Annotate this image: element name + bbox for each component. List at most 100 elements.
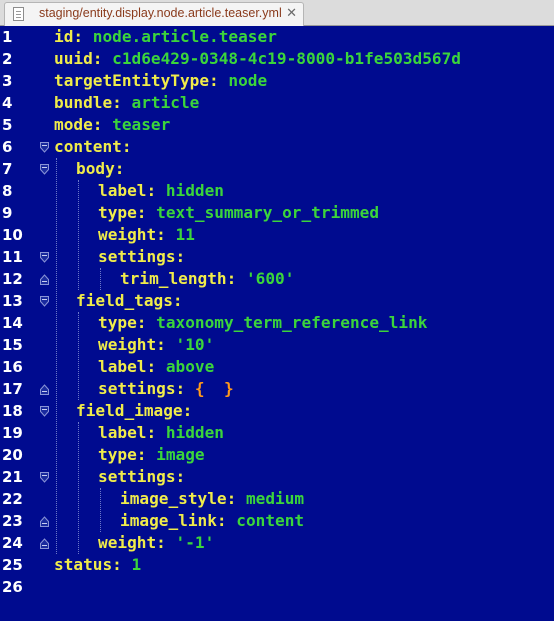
yaml-value: teaser: [112, 115, 171, 134]
line-number: 9: [2, 204, 13, 222]
line-number: 14: [2, 314, 23, 332]
line-number: 2: [2, 50, 13, 68]
line-number: 12: [2, 270, 23, 288]
line-number: 19: [2, 424, 23, 442]
yaml-key: weight:: [98, 533, 166, 552]
yaml-value: 1: [131, 555, 142, 574]
line-number: 15: [2, 336, 23, 354]
line-number: 17: [2, 380, 23, 398]
line-number: 23: [2, 512, 23, 530]
fold-end-icon[interactable]: [40, 274, 49, 285]
code-line[interactable]: field_tags:: [76, 290, 183, 312]
code-line[interactable]: label: hidden: [98, 180, 224, 202]
yaml-value: medium: [245, 489, 305, 508]
line-number: 11: [2, 248, 23, 266]
document-icon: [13, 7, 24, 21]
code-line[interactable]: image_link: content: [120, 510, 304, 532]
line-number: 20: [2, 446, 23, 464]
yaml-value: content: [236, 511, 305, 530]
code-line[interactable]: status: 1: [54, 554, 141, 576]
file-tab-title[interactable]: staging/entity.display.node.article.teas…: [39, 6, 282, 20]
code-line[interactable]: weight: '10': [98, 334, 214, 356]
code-line[interactable]: bundle: article: [54, 92, 199, 114]
code-line[interactable]: field_image:: [76, 400, 192, 422]
fold-open-icon[interactable]: [40, 252, 49, 263]
fold-end-icon[interactable]: [40, 516, 49, 527]
code-line[interactable]: id: node.article.teaser: [54, 26, 277, 48]
code-line[interactable]: type: text_summary_or_trimmed: [98, 202, 379, 224]
code-line[interactable]: label: hidden: [98, 422, 224, 444]
code-line[interactable]: label: above: [98, 356, 214, 378]
yaml-value: taxonomy_term_reference_link: [156, 313, 428, 332]
yaml-key: uuid:: [54, 49, 103, 68]
line-number: 4: [2, 94, 13, 112]
code-line[interactable]: targetEntityType: node: [54, 70, 267, 92]
fold-end-icon[interactable]: [40, 538, 49, 549]
yaml-key: image_style:: [120, 489, 237, 508]
line-number: 22: [2, 490, 23, 508]
yaml-key: status:: [54, 555, 122, 574]
code-line[interactable]: uuid: c1d6e429-0348-4c19-8000-b1fe503d56…: [54, 48, 461, 70]
indent-guide: [78, 422, 79, 554]
line-number: 10: [2, 226, 23, 244]
code-line[interactable]: content:: [54, 136, 132, 158]
line-number: 3: [2, 72, 13, 90]
code-line[interactable]: trim_length: '600': [120, 268, 294, 290]
yaml-value: c1d6e429-0348-4c19-8000-b1fe503d567d: [112, 49, 461, 68]
indent-guide: [56, 158, 57, 554]
code-line[interactable]: type: taxonomy_term_reference_link: [98, 312, 427, 334]
fold-open-icon[interactable]: [40, 406, 49, 417]
code-editor[interactable]: 1 2 3 4 5 6 7 8 9 10 11 12 13 14 15 16 17 18 19 20 21 22 23 24 2…: [0, 26, 554, 621]
line-number: 8: [2, 182, 13, 200]
yaml-value: article: [131, 93, 200, 112]
fold-end-icon[interactable]: [40, 384, 49, 395]
code-line[interactable]: image_style: medium: [120, 488, 304, 510]
yaml-value: hidden: [165, 423, 224, 442]
file-tab[interactable]: staging/entity.display.node.article.teas…: [4, 2, 304, 26]
indent-guide: [78, 180, 79, 290]
yaml-value: 11: [175, 225, 195, 244]
yaml-value: image: [156, 445, 205, 464]
yaml-empty-map: { }: [194, 379, 234, 398]
line-number: 26: [2, 578, 23, 596]
yaml-key: label:: [98, 357, 157, 376]
code-line[interactable]: mode: teaser: [54, 114, 170, 136]
yaml-key: type:: [98, 203, 147, 222]
yaml-key: type:: [98, 445, 147, 464]
yaml-key: content:: [54, 137, 132, 156]
yaml-key: weight:: [98, 225, 166, 244]
fold-open-icon[interactable]: [40, 296, 49, 307]
close-tab-icon[interactable]: ✕: [286, 6, 297, 22]
code-line[interactable]: settings:: [98, 466, 185, 488]
yaml-key: field_tags:: [76, 291, 183, 310]
yaml-key: weight:: [98, 335, 166, 354]
yaml-key: settings:: [98, 467, 186, 486]
fold-open-icon[interactable]: [40, 142, 49, 153]
yaml-key: image_link:: [120, 511, 227, 530]
code-line[interactable]: body:: [76, 158, 124, 180]
code-line[interactable]: type: image: [98, 444, 205, 466]
code-line[interactable]: weight: '-1': [98, 532, 214, 554]
fold-open-icon[interactable]: [40, 164, 49, 175]
code-line[interactable]: weight: 11: [98, 224, 195, 246]
yaml-key: type:: [98, 313, 147, 332]
fold-open-icon[interactable]: [40, 472, 49, 483]
yaml-value: node.article.teaser: [92, 27, 277, 46]
yaml-key: trim_length:: [120, 269, 237, 288]
indent-guide: [100, 268, 101, 290]
line-number: 5: [2, 116, 13, 134]
line-number: 21: [2, 468, 23, 486]
line-number: 7: [2, 160, 13, 178]
yaml-value: text_summary_or_trimmed: [156, 203, 380, 222]
yaml-key: label:: [98, 181, 157, 200]
yaml-key: id:: [54, 27, 84, 46]
code-line[interactable]: settings:: [98, 246, 185, 268]
line-number: 24: [2, 534, 23, 552]
yaml-key: field_image:: [76, 401, 193, 420]
yaml-key: bundle:: [54, 93, 122, 112]
line-number: 16: [2, 358, 23, 376]
line-number: 18: [2, 402, 23, 420]
yaml-value: above: [165, 357, 215, 376]
code-line[interactable]: settings: { }: [98, 378, 234, 400]
line-number: 6: [2, 138, 13, 156]
